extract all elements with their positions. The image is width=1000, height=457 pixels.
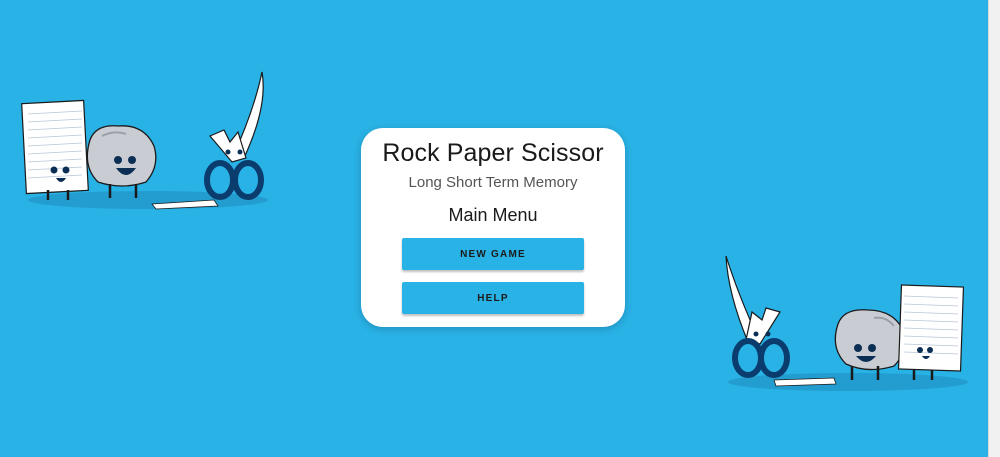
rock-character — [834, 309, 906, 380]
paper-character — [21, 99, 89, 200]
app-subtitle: Long Short Term Memory — [408, 174, 578, 191]
main-menu-card: Rock Paper Scissor Long Short Term Memor… — [361, 128, 625, 327]
paper-character — [897, 284, 965, 380]
vertical-scrollbar[interactable] — [988, 0, 1000, 457]
scissors-character — [725, 255, 790, 378]
rock-paper-scissors-illustration-right — [725, 255, 968, 391]
page-background: Rock Paper Scissor Long Short Term Memor… — [0, 0, 988, 457]
app-title: Rock Paper Scissor — [382, 139, 604, 167]
help-button[interactable]: HELP — [402, 282, 584, 314]
new-game-button[interactable]: NEW GAME — [402, 238, 584, 270]
rock-character — [86, 125, 157, 198]
scissors-character — [204, 71, 264, 200]
menu-heading: Main Menu — [448, 205, 538, 225]
rock-paper-scissors-illustration-left — [21, 71, 268, 210]
